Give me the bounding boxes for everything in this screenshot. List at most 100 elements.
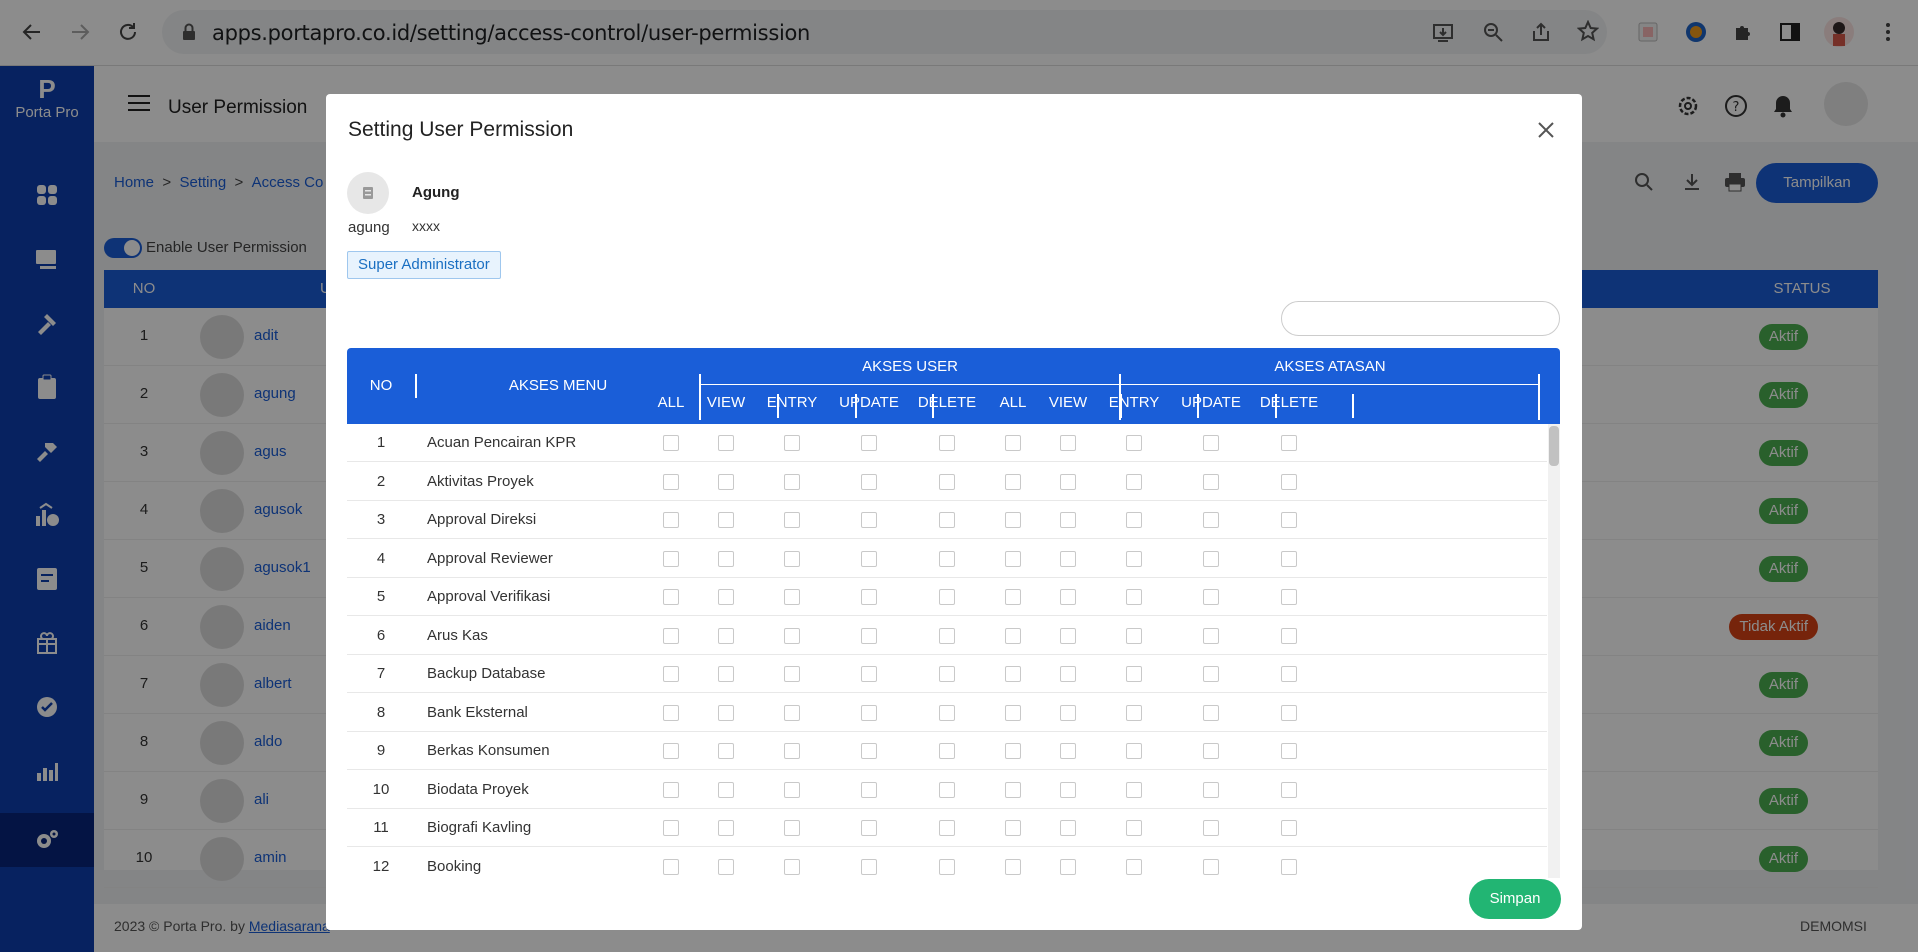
checkbox-update-user[interactable] xyxy=(861,704,877,721)
checkbox-delete-atasan[interactable] xyxy=(1281,550,1297,567)
checkbox-all-atasan[interactable] xyxy=(1005,743,1021,759)
checkbox-entry-atasan[interactable] xyxy=(1126,512,1142,528)
checkbox-delete-user[interactable] xyxy=(939,858,955,875)
checkbox-view-atasan[interactable] xyxy=(1060,435,1076,451)
checkbox-view-user[interactable] xyxy=(718,512,734,528)
checkbox-entry-user[interactable] xyxy=(784,704,800,721)
checkbox-update-user[interactable] xyxy=(861,666,877,682)
checkbox-view-atasan[interactable] xyxy=(1060,820,1076,836)
checkbox-all-user[interactable] xyxy=(663,743,679,759)
checkbox-delete-atasan[interactable] xyxy=(1281,704,1297,721)
checkbox-all-user[interactable] xyxy=(663,435,679,451)
checkbox-view-atasan[interactable] xyxy=(1060,550,1076,567)
checkbox-update-user[interactable] xyxy=(861,743,877,759)
checkbox-view-atasan[interactable] xyxy=(1060,858,1076,875)
checkbox-view-user[interactable] xyxy=(718,627,734,644)
checkbox-all-user[interactable] xyxy=(663,627,679,644)
checkbox-delete-atasan[interactable] xyxy=(1281,512,1297,528)
checkbox-update-user[interactable] xyxy=(861,858,877,875)
checkbox-all-user[interactable] xyxy=(663,666,679,682)
checkbox-all-atasan[interactable] xyxy=(1005,627,1021,644)
checkbox-entry-user[interactable] xyxy=(784,820,800,836)
checkbox-all-atasan[interactable] xyxy=(1005,820,1021,836)
checkbox-all-atasan[interactable] xyxy=(1005,666,1021,682)
checkbox-view-atasan[interactable] xyxy=(1060,589,1076,605)
checkbox-update-atasan[interactable] xyxy=(1203,627,1219,644)
checkbox-update-user[interactable] xyxy=(861,820,877,836)
checkbox-update-atasan[interactable] xyxy=(1203,781,1219,798)
checkbox-delete-user[interactable] xyxy=(939,512,955,528)
checkbox-all-user[interactable] xyxy=(663,820,679,836)
checkbox-delete-user[interactable] xyxy=(939,743,955,759)
checkbox-all-user[interactable] xyxy=(663,781,679,798)
checkbox-view-user[interactable] xyxy=(718,435,734,451)
checkbox-entry-atasan[interactable] xyxy=(1126,473,1142,490)
checkbox-delete-user[interactable] xyxy=(939,627,955,644)
checkbox-all-atasan[interactable] xyxy=(1005,589,1021,605)
search-input[interactable] xyxy=(1281,301,1560,336)
checkbox-entry-user[interactable] xyxy=(784,743,800,759)
checkbox-all-atasan[interactable] xyxy=(1005,512,1021,528)
checkbox-delete-atasan[interactable] xyxy=(1281,820,1297,836)
checkbox-all-atasan[interactable] xyxy=(1005,473,1021,490)
checkbox-view-user[interactable] xyxy=(718,704,734,721)
checkbox-entry-atasan[interactable] xyxy=(1126,435,1142,451)
checkbox-view-atasan[interactable] xyxy=(1060,627,1076,644)
checkbox-view-user[interactable] xyxy=(718,858,734,875)
checkbox-all-atasan[interactable] xyxy=(1005,858,1021,875)
checkbox-entry-atasan[interactable] xyxy=(1126,666,1142,682)
checkbox-view-atasan[interactable] xyxy=(1060,781,1076,798)
checkbox-all-atasan[interactable] xyxy=(1005,704,1021,721)
checkbox-view-atasan[interactable] xyxy=(1060,473,1076,490)
checkbox-delete-atasan[interactable] xyxy=(1281,627,1297,644)
checkbox-all-user[interactable] xyxy=(663,550,679,567)
close-icon[interactable] xyxy=(1532,116,1560,144)
checkbox-delete-user[interactable] xyxy=(939,781,955,798)
checkbox-view-atasan[interactable] xyxy=(1060,704,1076,721)
checkbox-update-user[interactable] xyxy=(861,781,877,798)
checkbox-view-user[interactable] xyxy=(718,743,734,759)
checkbox-view-atasan[interactable] xyxy=(1060,512,1076,528)
checkbox-delete-user[interactable] xyxy=(939,473,955,490)
checkbox-all-atasan[interactable] xyxy=(1005,435,1021,451)
checkbox-update-atasan[interactable] xyxy=(1203,743,1219,759)
checkbox-entry-atasan[interactable] xyxy=(1126,627,1142,644)
checkbox-entry-user[interactable] xyxy=(784,473,800,490)
checkbox-delete-user[interactable] xyxy=(939,820,955,836)
checkbox-delete-atasan[interactable] xyxy=(1281,473,1297,490)
checkbox-update-user[interactable] xyxy=(861,435,877,451)
checkbox-update-user[interactable] xyxy=(861,473,877,490)
checkbox-update-atasan[interactable] xyxy=(1203,704,1219,721)
checkbox-entry-atasan[interactable] xyxy=(1126,589,1142,605)
checkbox-entry-user[interactable] xyxy=(784,858,800,875)
checkbox-view-user[interactable] xyxy=(718,666,734,682)
checkbox-entry-user[interactable] xyxy=(784,666,800,682)
checkbox-update-user[interactable] xyxy=(861,550,877,567)
checkbox-update-atasan[interactable] xyxy=(1203,589,1219,605)
checkbox-view-user[interactable] xyxy=(718,820,734,836)
checkbox-entry-user[interactable] xyxy=(784,589,800,605)
checkbox-all-atasan[interactable] xyxy=(1005,550,1021,567)
checkbox-entry-atasan[interactable] xyxy=(1126,550,1142,567)
checkbox-view-user[interactable] xyxy=(718,473,734,490)
checkbox-all-user[interactable] xyxy=(663,858,679,875)
checkbox-all-atasan[interactable] xyxy=(1005,781,1021,798)
checkbox-delete-atasan[interactable] xyxy=(1281,589,1297,605)
checkbox-all-user[interactable] xyxy=(663,512,679,528)
checkbox-entry-atasan[interactable] xyxy=(1126,820,1142,836)
checkbox-delete-user[interactable] xyxy=(939,550,955,567)
scrollbar-thumb[interactable] xyxy=(1549,426,1559,466)
checkbox-entry-user[interactable] xyxy=(784,435,800,451)
checkbox-all-user[interactable] xyxy=(663,473,679,490)
checkbox-entry-user[interactable] xyxy=(784,550,800,567)
checkbox-view-user[interactable] xyxy=(718,550,734,567)
checkbox-update-atasan[interactable] xyxy=(1203,550,1219,567)
checkbox-view-atasan[interactable] xyxy=(1060,666,1076,682)
checkbox-delete-user[interactable] xyxy=(939,666,955,682)
checkbox-view-user[interactable] xyxy=(718,589,734,605)
checkbox-update-user[interactable] xyxy=(861,589,877,605)
checkbox-entry-atasan[interactable] xyxy=(1126,858,1142,875)
checkbox-delete-atasan[interactable] xyxy=(1281,666,1297,682)
checkbox-delete-user[interactable] xyxy=(939,704,955,721)
checkbox-update-atasan[interactable] xyxy=(1203,435,1219,451)
